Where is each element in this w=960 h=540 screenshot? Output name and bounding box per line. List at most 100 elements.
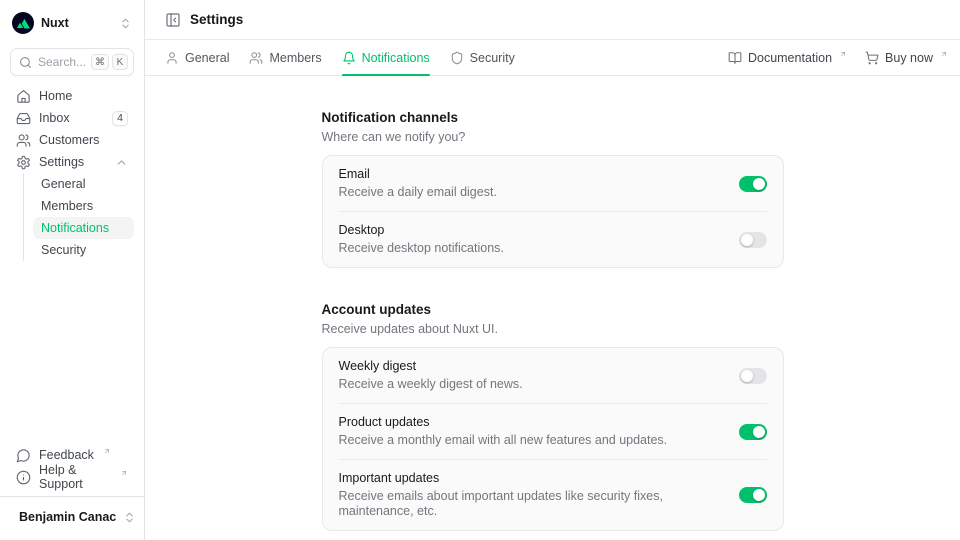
toggle-desktop[interactable] xyxy=(739,232,767,248)
page-title: Settings xyxy=(190,12,243,27)
search-icon xyxy=(19,56,32,69)
setting-description: Receive a monthly email with all new fea… xyxy=(339,433,723,448)
user-icon xyxy=(165,51,179,65)
kbd-: ⌘ xyxy=(91,54,109,70)
inbox-count-badge: 4 xyxy=(112,111,128,126)
section-title: Notification channels xyxy=(322,110,784,126)
nuxt-logo-icon xyxy=(12,12,34,34)
tab-label: Members xyxy=(269,51,321,65)
external-link-icon xyxy=(940,50,948,58)
section-description: Where can we notify you? xyxy=(322,130,784,145)
external-link-icon xyxy=(839,50,847,58)
sidebar-item-label: Settings xyxy=(39,155,84,169)
section-description: Receive updates about Nuxt UI. xyxy=(322,322,784,337)
bell-icon xyxy=(342,51,356,65)
toggle-knob xyxy=(753,178,765,190)
message-icon xyxy=(16,448,31,463)
search-placeholder: Search... xyxy=(38,55,85,69)
tab-general[interactable]: General xyxy=(165,40,229,75)
org-switcher[interactable]: Nuxt xyxy=(10,10,134,36)
setting-row-email: EmailReceive a daily email digest. xyxy=(339,156,767,211)
user-menu[interactable]: Benjamin Canac xyxy=(0,496,144,530)
org-name: Nuxt xyxy=(41,16,69,30)
tab-notifications[interactable]: Notifications xyxy=(342,40,430,75)
sidebar-subitem-members[interactable]: Members xyxy=(33,195,134,217)
sidebar: Nuxt Search... ⌘K Home Inbox 4 Customers Set… xyxy=(0,0,145,540)
section-notification-channels: Notification channels Where can we notify… xyxy=(322,110,784,268)
user-name: Benjamin Canac xyxy=(19,510,116,524)
setting-label: Product updates xyxy=(339,415,723,430)
setting-label: Important updates xyxy=(339,471,723,486)
toggle-product-updates[interactable] xyxy=(739,424,767,440)
section-title: Account updates xyxy=(322,302,784,318)
setting-description: Receive desktop notifications. xyxy=(339,241,723,256)
setting-text: EmailReceive a daily email digest. xyxy=(339,167,723,200)
sidebar-link-label: Feedback xyxy=(39,448,94,462)
setting-label: Desktop xyxy=(339,223,723,238)
chevron-up-icon xyxy=(115,156,128,169)
sidebar-subitem-general[interactable]: General xyxy=(33,173,134,195)
sidebar-subitem-notifications[interactable]: Notifications xyxy=(33,217,134,239)
sidebar-item-label: Inbox xyxy=(39,111,70,125)
external-link-icon xyxy=(103,447,111,455)
toolbar-actions: Documentation Buy now xyxy=(728,51,948,65)
settings-content: Notification channels Where can we notify… xyxy=(145,76,960,540)
setting-description: Receive emails about important updates l… xyxy=(339,489,723,519)
sidebar-item-inbox[interactable]: Inbox 4 xyxy=(10,107,134,129)
kbd-k: K xyxy=(112,54,128,70)
settings-card: Weekly digest Receive a weekly digest of … xyxy=(322,347,784,531)
settings-sections: Notification channels Where can we notify… xyxy=(322,110,784,531)
toggle-knob xyxy=(741,234,753,246)
external-link-icon xyxy=(120,469,128,477)
action-label: Documentation xyxy=(748,51,832,65)
toggle-knob xyxy=(753,426,765,438)
toggle-knob xyxy=(753,489,765,501)
settings-tabs: General Members Notifications Security xyxy=(165,40,515,75)
setting-text: Weekly digest Receive a weekly digest of … xyxy=(339,359,723,392)
action-label: Buy now xyxy=(885,51,933,65)
sidebar-item-home[interactable]: Home xyxy=(10,85,134,107)
sidebar-item-settings[interactable]: Settings xyxy=(10,151,134,173)
toggle-knob xyxy=(741,370,753,382)
action-documentation[interactable]: Documentation xyxy=(728,51,847,65)
setting-description: Receive a daily email digest. xyxy=(339,185,723,200)
sidebar-item-label: Home xyxy=(39,89,72,103)
tab-members[interactable]: Members xyxy=(249,40,321,75)
sidebar-subitem-security[interactable]: Security xyxy=(33,239,134,261)
toggle-email[interactable] xyxy=(739,176,767,192)
users-icon xyxy=(16,133,31,148)
setting-text: Desktop Receive desktop notifications. xyxy=(339,223,723,256)
users-icon xyxy=(249,51,263,65)
setting-label: Weekly digest xyxy=(339,359,723,374)
sidebar-item-customers[interactable]: Customers xyxy=(10,129,134,151)
shield-icon xyxy=(450,51,464,65)
info-icon xyxy=(16,470,31,485)
chevrons-up-down-icon xyxy=(123,511,136,524)
setting-text: Product updates Receive a monthly email w… xyxy=(339,415,723,448)
titlebar: Settings xyxy=(145,0,960,40)
collapse-sidebar-icon[interactable] xyxy=(165,12,181,28)
sidebar-sublist: GeneralMembersNotificationsSecurity xyxy=(23,173,134,261)
home-icon xyxy=(16,89,31,104)
section-account-updates: Account updates Receive updates about Nux… xyxy=(322,302,784,531)
toolbar: General Members Notifications Security Docu… xyxy=(145,40,960,76)
tab-label: Security xyxy=(470,51,515,65)
cart-icon xyxy=(865,51,879,65)
setting-row-weekly-digest: Weekly digest Receive a weekly digest of … xyxy=(339,348,767,403)
chevrons-up-down-icon xyxy=(119,17,132,30)
toggle-important-updates[interactable] xyxy=(739,487,767,503)
action-buy-now[interactable]: Buy now xyxy=(865,51,948,65)
sidebar-item-label: Customers xyxy=(39,133,99,147)
setting-row-product-updates: Product updates Receive a monthly email w… xyxy=(339,403,767,459)
settings-card: EmailReceive a daily email digest. Deskto… xyxy=(322,155,784,268)
setting-text: Important updates Receive emails about im… xyxy=(339,471,723,519)
tab-security[interactable]: Security xyxy=(450,40,515,75)
setting-description: Receive a weekly digest of news. xyxy=(339,377,723,392)
sidebar-link-help-support[interactable]: Help & Support xyxy=(10,466,134,488)
tab-label: General xyxy=(185,51,229,65)
search-input[interactable]: Search... ⌘K xyxy=(10,48,134,76)
sidebar-footer: Feedback Help & Support xyxy=(10,444,134,488)
main-panel: Settings General Members Notifications Secu… xyxy=(145,0,960,540)
gear-icon xyxy=(16,155,31,170)
toggle-weekly-digest[interactable] xyxy=(739,368,767,384)
